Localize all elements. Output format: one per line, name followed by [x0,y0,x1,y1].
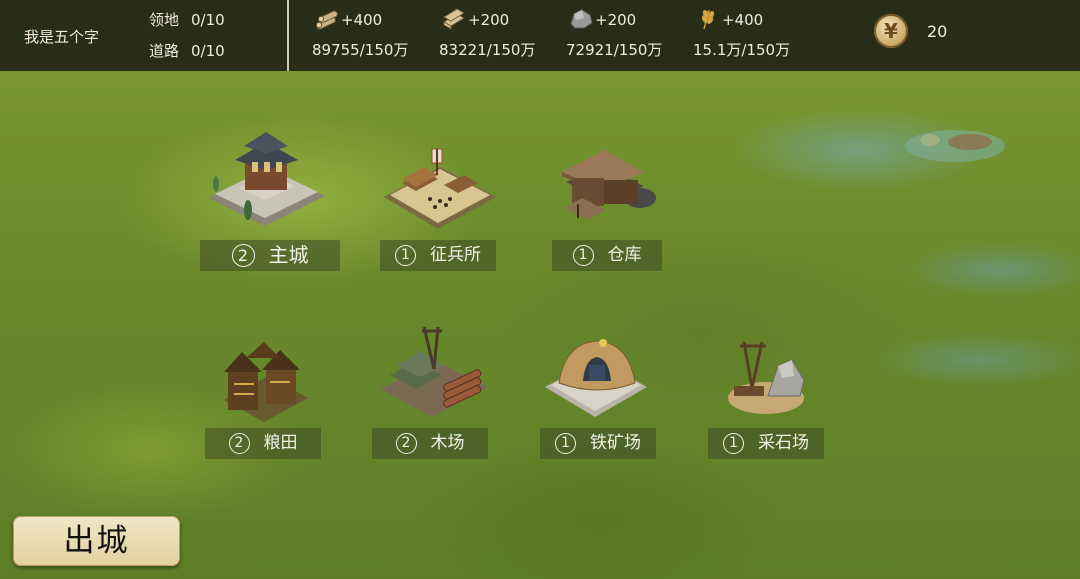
level-badge: 2 [231,244,255,267]
territory-value: 0/10 [191,11,225,29]
level-badge: 1 [555,433,576,454]
currency-amount: 20 [927,22,948,41]
grassland-map [0,0,1080,579]
timber-plank-icon [443,8,465,30]
exit-city-button[interactable]: 出城 [13,516,180,566]
stone-gain: +200 [595,11,637,29]
building-label: 1 铁矿场 [540,428,656,459]
territory-label: 领地 [149,11,180,29]
pond-rock-decoration [905,130,1005,162]
road-counter: 道路 0/10 [149,40,225,61]
topbar-divider [287,0,289,71]
level-badge: 1 [723,433,744,454]
level-badge: 1 [572,245,594,266]
building-label: 2 木场 [372,428,488,459]
lumber-mill-building-icon [380,326,488,417]
wheat-icon [701,9,715,30]
warehouse-building-icon [562,150,656,220]
farm-building-icon [224,342,308,422]
quarry-building-icon [728,341,805,414]
building-name: 木场 [430,433,465,453]
stone-icon [570,9,593,29]
wood-gain: +400 [341,11,383,29]
building-name: 征兵所 [430,245,481,265]
building-name: 主城 [268,243,309,267]
timber-stock: 83221/150万 [439,41,536,59]
wood-stock: 89755/150万 [312,41,409,59]
road-label: 道路 [149,42,180,60]
level-badge: 1 [395,245,416,266]
recruitment-building-icon [384,148,496,229]
yuan-coin-icon[interactable]: ¥ [874,14,908,48]
building-label: 2 主城 [200,240,340,271]
building-name: 铁矿场 [590,433,641,453]
level-badge: 2 [228,433,250,454]
level-badge: 2 [395,433,417,454]
grain-stock: 15.1万/150万 [693,41,791,59]
building-name: 粮田 [263,433,298,453]
timber-gain: +200 [468,11,510,29]
building-name: 采石场 [758,433,809,453]
building-name: 仓库 [607,245,642,265]
wood-log-icon [316,10,338,30]
top-resource-bar: 我是五个字 领地 0/10 道路 0/10 +400 89755/150万 +200 [0,0,1080,71]
player-name[interactable]: 我是五个字 [24,26,99,47]
territory-counter: 领地 0/10 [149,9,225,30]
building-label: 1 征兵所 [380,240,496,271]
stone-stock: 72921/150万 [566,41,663,59]
iron-mine-building-icon [545,339,647,417]
road-value: 0/10 [191,42,225,60]
building-label: 1 采石场 [708,428,824,459]
building-label: 1 仓库 [552,240,662,271]
building-label: 2 粮田 [205,428,321,459]
grain-gain: +400 [722,11,764,29]
main-city-building-icon [208,132,325,226]
